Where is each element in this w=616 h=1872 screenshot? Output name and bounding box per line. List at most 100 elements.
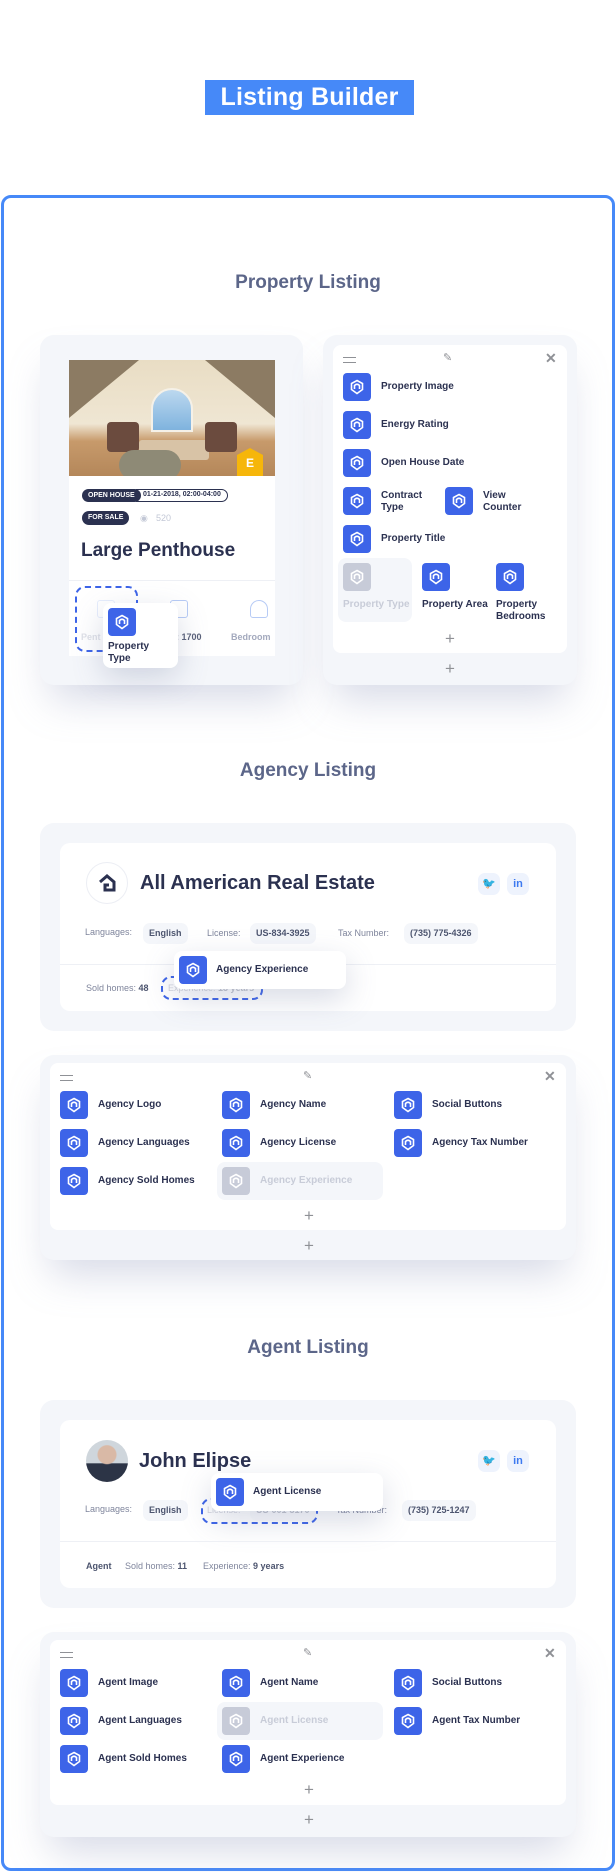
dragging-tile-agency-experience[interactable]: Agency Experience [174,951,346,989]
add-row-icon[interactable]: + [440,630,460,647]
property-title: Large Penthouse [81,540,236,561]
agency-name: All American Real Estate [140,872,375,894]
builder-tile-label: Property Type [343,599,410,610]
widget-icon [343,411,371,439]
add-section-icon[interactable]: + [299,1237,319,1254]
widget-icon [343,525,371,553]
builder-tile-label: Agent Tax Number [432,1715,521,1726]
pencil-icon[interactable]: ✎ [303,1646,312,1659]
house-logo-icon [99,874,116,892]
widget-icon [343,563,371,591]
pencil-icon[interactable]: ✎ [303,1069,312,1082]
eye-icon: ◉ [140,513,148,523]
close-icon[interactable]: ✕ [545,350,557,367]
widget-icon [222,1091,250,1119]
agent-avatar [86,1440,128,1482]
languages-value: English [143,923,188,944]
sold-homes: Sold homes: 11 [125,1561,188,1571]
license-value: US-834-3925 [250,923,316,944]
widget-icon [179,956,207,984]
widget-icon [343,487,371,515]
builder-tile-label: Agency Languages [98,1137,190,1148]
agent-name: John Elipse [139,1450,252,1472]
widget-icon [394,1129,422,1157]
close-icon[interactable]: ✕ [544,1068,556,1085]
add-row-icon[interactable]: + [299,1781,319,1798]
builder-tile-label: Agency Tax Number [432,1137,528,1148]
widget-icon [394,1091,422,1119]
builder-tile-label: Agent License [260,1715,329,1726]
agent-role: Agent [86,1561,112,1571]
open-house-date: 01-21-2018, 02:00-04:00 [136,489,228,502]
drag-handle-icon[interactable] [60,1652,73,1658]
widget-icon [60,1707,88,1735]
view-counter: 520 [156,513,172,523]
divider [69,580,275,581]
twitter-button[interactable]: 🐦 [478,1450,500,1472]
stat-bedrooms: Bedroom [231,632,271,642]
drag-handle-icon[interactable] [343,357,356,363]
dragging-tile-property-type[interactable]: Property Type [103,603,178,668]
widget-icon [60,1167,88,1195]
license-label: License: [207,928,241,938]
dragging-tile-agent-license[interactable]: Agent License [211,1473,383,1511]
widget-icon [222,1669,250,1697]
builder-tile-label: Open House Date [381,457,465,468]
widget-icon [222,1129,250,1157]
widget-icon [108,608,136,636]
widget-icon [496,563,524,591]
close-icon[interactable]: ✕ [544,1645,556,1662]
builder-tile-label: Agent Experience [260,1753,345,1764]
widget-icon [60,1669,88,1697]
builder-tile-label: Agent Languages [98,1715,182,1726]
experience: Experience: 9 years [203,1561,285,1571]
builder-tile-label: Social Buttons [432,1099,503,1110]
widget-icon [394,1707,422,1735]
open-house-label: OPEN HOUSE [82,489,141,502]
widget-icon [343,449,371,477]
linkedin-button[interactable]: in [507,873,529,895]
tax-value: (735) 725-1247 [402,1500,476,1521]
drag-handle-icon[interactable] [60,1075,73,1081]
widget-icon [222,1167,250,1195]
builder-tile-label: Agent Image [98,1677,159,1688]
builder-tile-label: Energy Rating [381,419,449,430]
widget-icon [60,1129,88,1157]
add-section-icon[interactable]: + [440,660,460,677]
builder-tile-label: Property Bedrooms [496,599,546,622]
widget-icon [422,563,450,591]
add-row-icon[interactable]: + [299,1207,319,1224]
tax-label: Tax Number: [338,928,390,938]
builder-tile-label: Agency License [260,1137,337,1148]
builder-tile-label: Agent Sold Homes [98,1753,187,1764]
widget-icon [445,487,473,515]
linkedin-button[interactable]: in [507,1450,529,1472]
builder-tile-label: Agency Sold Homes [98,1175,195,1186]
builder-tile-label: Contract Type [381,490,423,513]
listing-builder-page: Listing Builder Property Listing E OPEN … [0,0,616,1872]
dragging-tile-label: Agent License [253,1486,322,1497]
tax-value: (735) 775-4326 [404,923,478,944]
twitter-button[interactable]: 🐦 [478,873,500,895]
widget-icon [60,1091,88,1119]
sold-homes: Sold homes: 48 [86,983,149,993]
agency-logo [86,862,128,904]
contract-type-badge: FOR SALE [82,511,130,525]
languages-label: Languages: [85,927,133,937]
builder-tile-label: Property Area [422,599,488,610]
builder-tile-label: Agent Name [260,1677,319,1688]
builder-tile-label: Social Buttons [432,1677,503,1688]
widget-icon [222,1745,250,1773]
pencil-icon[interactable]: ✎ [443,351,452,364]
widget-icon [394,1669,422,1697]
languages-value: English [143,1500,188,1521]
stat-area: : 1700 [176,632,202,642]
widget-icon [343,373,371,401]
add-section-icon[interactable]: + [299,1811,319,1828]
section-title-agency: Agency Listing [239,760,377,781]
widget-icon [60,1745,88,1773]
bed-icon [250,600,268,618]
dragging-tile-label: Agency Experience [216,964,309,975]
languages-label: Languages: [85,1504,133,1514]
page-title: Listing Builder [205,80,414,115]
